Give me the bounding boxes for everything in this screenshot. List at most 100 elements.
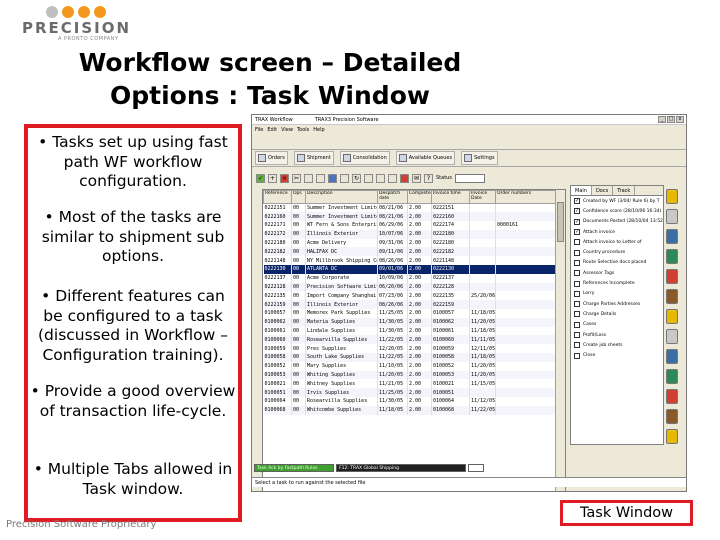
task-checkbox[interactable]: ✓	[574, 208, 580, 215]
menu-edit[interactable]: Edit	[267, 127, 277, 133]
delete-icon[interactable]: ×	[280, 173, 289, 183]
task-checkbox[interactable]: ✓	[574, 198, 580, 205]
shipment-button[interactable]: Shipment	[293, 151, 334, 165]
box-icon[interactable]	[666, 269, 678, 284]
scroll-thumb[interactable]	[557, 202, 564, 242]
consolidation-button[interactable]: Consolidation	[339, 151, 390, 165]
table-row[interactable]: 0100060 00 Rosearvilla Supplies 11/22/05 2.0…	[263, 335, 556, 345]
note-icon[interactable]	[666, 309, 678, 324]
table-row[interactable]: 0222180 00 Acme Delivery 09/31/06 2.00 022218…	[263, 238, 556, 248]
task-checkbox[interactable]	[574, 301, 580, 308]
task-item[interactable]: Create job sheets	[571, 340, 663, 350]
shipment-grid[interactable]: Reference Ops Description Despatch date …	[262, 189, 566, 491]
table-row[interactable]: 0222171 00 WT Fern & Sons Enterprises 06/29…	[263, 221, 556, 230]
task-checkbox[interactable]	[574, 332, 580, 338]
task-checkbox[interactable]	[574, 270, 580, 277]
tab-docs[interactable]: Docs	[592, 186, 614, 195]
tab-main[interactable]: Main	[571, 186, 592, 195]
task-checkbox[interactable]	[574, 321, 580, 328]
close-button[interactable]: x	[676, 116, 684, 123]
tag-icon[interactable]	[666, 189, 678, 204]
table-row[interactable]: 0222160 00 Summer Investment Limited 08/21/…	[263, 212, 556, 222]
task-item[interactable]: Cases	[571, 320, 663, 330]
menu-file[interactable]: File	[255, 127, 263, 133]
vertical-scrollbar[interactable]	[555, 190, 565, 491]
task-checkbox[interactable]	[574, 352, 580, 359]
table-row[interactable]: 0100061 00 Lindale Supplies 11/30/05 2.00 010…	[263, 326, 556, 336]
menu-tools[interactable]: Tools	[297, 127, 309, 133]
table-row[interactable]: 0100058 00 South Lake Supplies 11/22/05 2.00…	[263, 353, 556, 362]
column-header[interactable]: Description	[305, 190, 378, 204]
calendar-icon[interactable]	[388, 173, 397, 183]
task-checkbox[interactable]	[574, 249, 580, 256]
table-row[interactable]: 0222135 00 Import Company Shanghai 07/23/06…	[263, 291, 556, 301]
table-row[interactable]: 0222172 00 Illinois Exterior 10/07/06 2.00 02…	[263, 229, 556, 239]
folder-open-icon[interactable]	[666, 329, 678, 344]
task-checkbox[interactable]	[574, 290, 580, 297]
available-queues-button[interactable]: Available Queues	[395, 151, 456, 165]
maximize-button[interactable]: □	[667, 116, 675, 123]
trash-icon[interactable]	[666, 369, 678, 384]
filter-icon[interactable]	[364, 173, 373, 183]
drawer-icon[interactable]	[666, 349, 678, 364]
table-row[interactable]: 0100062 00 Materia Supplies 11/30/05 2.00 010…	[263, 317, 556, 327]
task-item[interactable]: ✓ Documents Posted (28/10/04 13:52)	[571, 217, 663, 227]
column-header[interactable]: Complete	[407, 190, 432, 204]
task-item[interactable]: Country procedure	[571, 247, 663, 257]
task-item[interactable]: ✓ Attach invoice	[571, 227, 663, 237]
table-row[interactable]: 0100059 00 Pres Supplies 12/20/05 2.00 010005…	[263, 344, 556, 354]
task-item[interactable]: Profit/Loss	[571, 330, 663, 340]
key-icon[interactable]	[666, 409, 678, 424]
copy-icon[interactable]	[304, 173, 313, 183]
menu-view[interactable]: View	[281, 127, 293, 133]
task-item[interactable]: ✓ Created by WF (3/04/ Rule 6) by T	[571, 196, 663, 206]
add-icon[interactable]: +	[268, 173, 277, 183]
task-item[interactable]: Attach invoice to Letter of	[571, 237, 663, 247]
table-row[interactable]: 0222151 00 Summer Investment Limited 08/21/…	[263, 203, 556, 213]
task-checkbox[interactable]	[574, 239, 580, 246]
table-row[interactable]: 0100051 00 Irvis Supplies 11/25/05 2.00 01000…	[263, 388, 556, 398]
sort-icon[interactable]	[376, 173, 385, 183]
table-row[interactable]: 0221148 00 NY Millbrook Shipping Co 08/26/0…	[263, 256, 556, 266]
tab-track[interactable]: Track	[613, 186, 636, 195]
column-header[interactable]: Invoice Date	[469, 190, 496, 204]
flag-icon[interactable]	[666, 389, 678, 404]
table-row[interactable]: 0100021 00 Whitney Supplies 11/21/05 2.00 010…	[263, 379, 556, 389]
cut-icon[interactable]: ✂	[292, 173, 301, 183]
email-icon[interactable]: ✉	[412, 173, 421, 183]
task-item[interactable]: Lorry	[571, 289, 663, 299]
task-item[interactable]: Close	[571, 350, 663, 360]
stack-icon[interactable]	[666, 289, 678, 304]
column-header[interactable]: Despatch date	[377, 190, 408, 204]
task-item[interactable]: Assessor Tags	[571, 268, 663, 278]
find-icon[interactable]	[328, 173, 337, 183]
help-icon[interactable]: ?	[424, 173, 433, 183]
pencil-icon[interactable]	[666, 429, 678, 444]
table-row[interactable]: 0222159 00 Illinois Exterior 08/26/06 2.00 02…	[263, 300, 556, 310]
table-row[interactable]: 0100052 00 Mary Supplies 11/10/05 2.00 010005…	[263, 361, 556, 371]
task-checkbox[interactable]	[574, 280, 580, 287]
column-header[interactable]: Order numbers	[495, 190, 556, 204]
table-row[interactable]: 0222130 00 ATLANTA DC 09/01/06 2.00 0222130	[263, 265, 556, 274]
orders-button[interactable]: Orders	[255, 151, 288, 165]
task-item[interactable]: Charge Details	[571, 309, 663, 319]
document-icon[interactable]	[666, 229, 678, 244]
chart-icon[interactable]	[400, 173, 409, 183]
print-icon[interactable]	[340, 173, 349, 183]
column-header[interactable]: Ops	[291, 190, 306, 204]
task-item[interactable]: References Incomplete	[571, 278, 663, 288]
status-filter-input[interactable]	[454, 173, 485, 183]
column-header[interactable]: Invoice time	[431, 190, 470, 204]
task-checkbox[interactable]	[574, 259, 580, 266]
table-row[interactable]: 0100064 00 Rosearvilla Supplies 11/30/05 2.0…	[263, 397, 556, 406]
settings-button[interactable]: Settings	[461, 151, 498, 165]
folder-icon[interactable]	[666, 209, 678, 224]
table-row[interactable]: 0222137 00 Acme Corporate 10/09/06 2.00 02221…	[263, 273, 556, 283]
task-checkbox[interactable]	[574, 342, 580, 349]
task-checkbox[interactable]	[574, 311, 580, 318]
check-icon[interactable]: ✓	[256, 173, 265, 183]
table-row[interactable]: 0100053 00 Whiting Supplies 11/20/05 2.00 010…	[263, 370, 556, 380]
task-item[interactable]: Route Selective docs placed	[571, 258, 663, 268]
refresh-icon[interactable]: ↻	[352, 173, 361, 183]
table-row[interactable]: 0100057 00 Memorex Park Supplies 11/25/05 2.…	[263, 309, 556, 318]
